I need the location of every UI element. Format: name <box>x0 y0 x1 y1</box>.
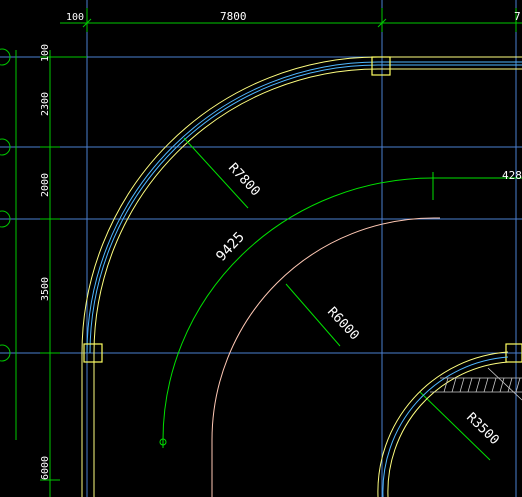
left-dim-2300: 2300 <box>40 92 51 116</box>
left-dim-2000: 2000 <box>40 173 51 197</box>
top-dim-7: 7 <box>514 10 521 23</box>
top-dim-100: 100 <box>66 12 84 23</box>
top-dim-7800: 7800 <box>220 10 247 23</box>
left-dim-3500: 3500 <box>40 277 51 301</box>
left-dim-6000: 6000 <box>40 456 51 480</box>
label-right-428: 428 <box>502 169 522 182</box>
left-dim-100: 100 <box>40 44 51 62</box>
cad-drawing-canvas[interactable]: 100 7800 7 100 2300 2000 3500 6000 R7800… <box>0 0 522 497</box>
drawing-background <box>0 0 522 497</box>
